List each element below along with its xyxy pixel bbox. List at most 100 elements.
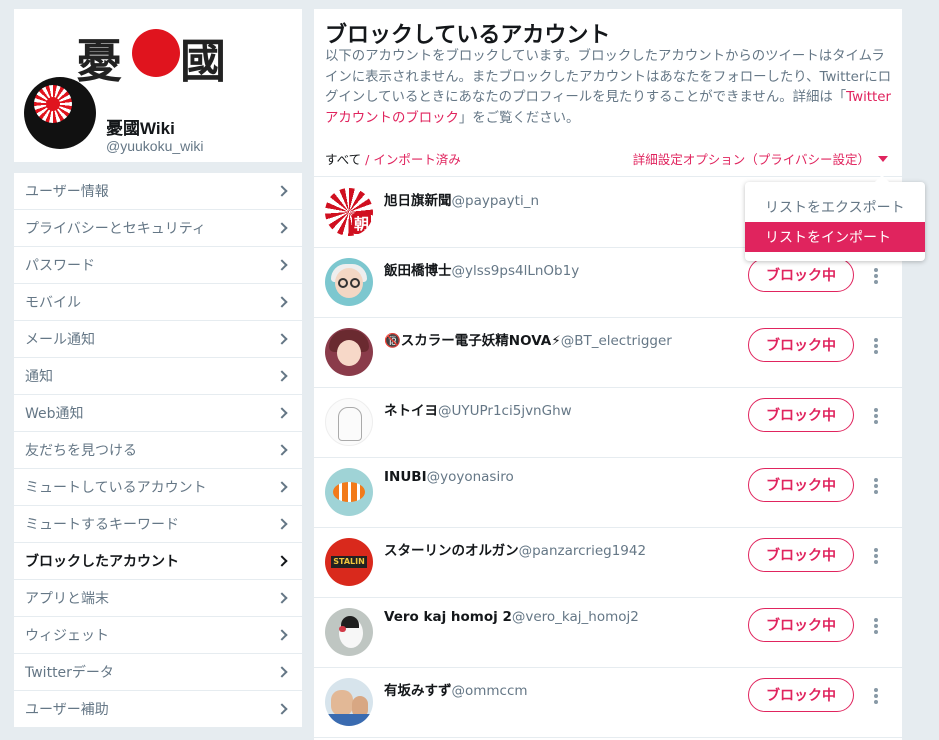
- blocked-accounts-panel: ブロックしているアカウント 以下のアカウントをブロックしています。ブロックしたア…: [314, 9, 902, 740]
- account-name[interactable]: 🔞スカラー電子妖精NOVA⚡: [384, 333, 561, 349]
- chevron-right-icon: [276, 296, 288, 308]
- blocked-account-row: 🔞スカラー電子妖精NOVA⚡@BT_electrigger ブロック中: [314, 318, 902, 388]
- account-avatar[interactable]: [325, 328, 373, 376]
- account-avatar[interactable]: [325, 678, 373, 726]
- account-avatar[interactable]: [325, 468, 373, 516]
- caret-down-icon: [878, 155, 888, 162]
- profile-name[interactable]: 憂國Wiki: [106, 114, 175, 139]
- more-options-icon[interactable]: [871, 407, 881, 427]
- sidebar-item-accessibility[interactable]: ユーザー補助: [14, 691, 302, 728]
- account-avatar[interactable]: 朝: [325, 188, 373, 236]
- account-avatar[interactable]: [325, 608, 373, 656]
- account-name[interactable]: 飯田橋博士: [384, 263, 452, 279]
- chevron-right-icon: [276, 185, 288, 197]
- sidebar-item-blocked-accounts[interactable]: ブロックしたアカウント: [14, 543, 302, 580]
- sidebar-item-label: ユーザー情報: [25, 184, 109, 200]
- import-list-item[interactable]: リストをインポート: [745, 222, 925, 252]
- banner-kanji-left: 憂: [76, 34, 122, 88]
- sidebar-item-label: ミュートしているアカウント: [25, 480, 207, 496]
- account-handle[interactable]: @yoyonasiro: [427, 469, 514, 485]
- sidebar-item-muted-words[interactable]: ミュートするキーワード: [14, 506, 302, 543]
- chevron-right-icon: [276, 222, 288, 234]
- chevron-right-icon: [276, 259, 288, 271]
- account-avatar[interactable]: [325, 258, 373, 306]
- account-handle[interactable]: @BT_electrigger: [561, 333, 672, 349]
- blocked-button[interactable]: ブロック中: [748, 468, 854, 502]
- blocked-account-row: 有坂みすず@ommccm ブロック中: [314, 668, 902, 738]
- filter-all[interactable]: すべて: [325, 152, 361, 167]
- sidebar-item-email-notifications[interactable]: メール通知: [14, 321, 302, 358]
- sidebar-item-password[interactable]: パスワード: [14, 247, 302, 284]
- sidebar-item-find-friends[interactable]: 友だちを見つける: [14, 432, 302, 469]
- more-options-icon[interactable]: [871, 267, 881, 287]
- account-name[interactable]: Vero kaj homoj 2: [384, 609, 512, 625]
- export-list-item[interactable]: リストをエクスポート: [745, 192, 925, 222]
- settings-sidebar: ユーザー情報 プライバシーとセキュリティ パスワード モバイル メール通知 通知…: [14, 173, 302, 728]
- account-name[interactable]: 旭日旗新聞: [384, 193, 452, 209]
- blocked-button[interactable]: ブロック中: [748, 258, 854, 292]
- more-options-icon[interactable]: [871, 547, 881, 567]
- sidebar-item-apps-devices[interactable]: アプリと端末: [14, 580, 302, 617]
- account-name[interactable]: スターリンのオルガン: [384, 543, 519, 559]
- page-title: ブロックしているアカウント: [325, 23, 611, 48]
- filter-separator: /: [361, 152, 374, 167]
- sidebar-item-label: Twitterデータ: [25, 665, 114, 681]
- account-handle[interactable]: @ommccm: [452, 683, 528, 699]
- sidebar-item-label: モバイル: [25, 295, 81, 311]
- sidebar-item-label: メール通知: [25, 332, 95, 348]
- sidebar-item-twitter-data[interactable]: Twitterデータ: [14, 654, 302, 691]
- account-handle[interactable]: @panzarcrieg1942: [519, 543, 646, 559]
- account-name[interactable]: ネトイヨ: [384, 403, 438, 419]
- profile-card: 憂 國 憂國Wiki @yuukoku_wiki: [14, 9, 302, 162]
- blocked-button[interactable]: ブロック中: [748, 538, 854, 572]
- blocked-account-row: Vero kaj homoj 2@vero_kaj_homoj2 ブロック中: [314, 598, 902, 668]
- chevron-right-icon: [276, 518, 288, 530]
- more-options-icon[interactable]: [871, 617, 881, 637]
- sidebar-item-user-info[interactable]: ユーザー情報: [14, 173, 302, 210]
- rising-sun-icon: [132, 29, 180, 77]
- account-avatar[interactable]: [325, 398, 373, 446]
- account-avatar[interactable]: STALIN: [325, 538, 373, 586]
- more-options-icon[interactable]: [871, 687, 881, 707]
- chevron-right-icon: [276, 666, 288, 678]
- sidebar-item-notifications[interactable]: 通知: [14, 358, 302, 395]
- chevron-right-icon: [276, 555, 288, 567]
- sidebar-item-label: 通知: [25, 369, 53, 385]
- sidebar-item-label: ウィジェット: [25, 628, 109, 644]
- sidebar-item-web-notifications[interactable]: Web通知: [14, 395, 302, 432]
- account-handle[interactable]: @ylss9ps4lLnOb1y: [452, 263, 580, 279]
- blocked-button[interactable]: ブロック中: [748, 678, 854, 712]
- blocked-button[interactable]: ブロック中: [748, 398, 854, 432]
- more-options-icon[interactable]: [871, 477, 881, 497]
- chevron-right-icon: [276, 407, 288, 419]
- blocked-button[interactable]: ブロック中: [748, 328, 854, 362]
- account-name[interactable]: INUBI: [384, 469, 427, 485]
- sidebar-item-label: ユーザー補助: [25, 702, 109, 718]
- sidebar-item-mobile[interactable]: モバイル: [14, 284, 302, 321]
- account-handle[interactable]: @paypayti_n: [452, 193, 540, 209]
- profile-handle[interactable]: @yuukoku_wiki: [106, 138, 203, 154]
- more-options-icon[interactable]: [871, 337, 881, 357]
- page-description: 以下のアカウントをブロックしています。ブロックしたアカウントからのツイートはタイ…: [325, 49, 892, 126]
- sidebar-item-label: ミュートするキーワード: [25, 517, 179, 533]
- chevron-right-icon: [276, 370, 288, 382]
- filter-imported[interactable]: インポート済み: [373, 152, 461, 167]
- sidebar-item-label: プライバシーとセキュリティ: [25, 221, 206, 237]
- sidebar-item-label: 友だちを見つける: [25, 443, 137, 459]
- blocked-account-row: STALIN スターリンのオルガン@panzarcrieg1942 ブロック中: [314, 528, 902, 598]
- blocked-button[interactable]: ブロック中: [748, 608, 854, 642]
- sidebar-item-muted-accounts[interactable]: ミュートしているアカウント: [14, 469, 302, 506]
- advanced-options-menu[interactable]: 詳細設定オプション（プライバシー設定）: [633, 149, 888, 168]
- chevron-right-icon: [276, 592, 288, 604]
- account-handle[interactable]: @vero_kaj_homoj2: [512, 609, 639, 625]
- filter-tabs: すべて / インポート済み: [325, 149, 461, 168]
- account-handle[interactable]: @UYUPr1ci5jvnGhw: [438, 403, 572, 419]
- profile-avatar[interactable]: [24, 77, 96, 149]
- chevron-right-icon: [276, 629, 288, 641]
- sidebar-item-label: ブロックしたアカウント: [25, 554, 179, 570]
- sidebar-item-label: アプリと端末: [25, 591, 109, 607]
- sidebar-item-widgets[interactable]: ウィジェット: [14, 617, 302, 654]
- banner-kanji-right: 國: [180, 34, 226, 88]
- account-name[interactable]: 有坂みすず: [384, 683, 452, 699]
- sidebar-item-privacy-security[interactable]: プライバシーとセキュリティ: [14, 210, 302, 247]
